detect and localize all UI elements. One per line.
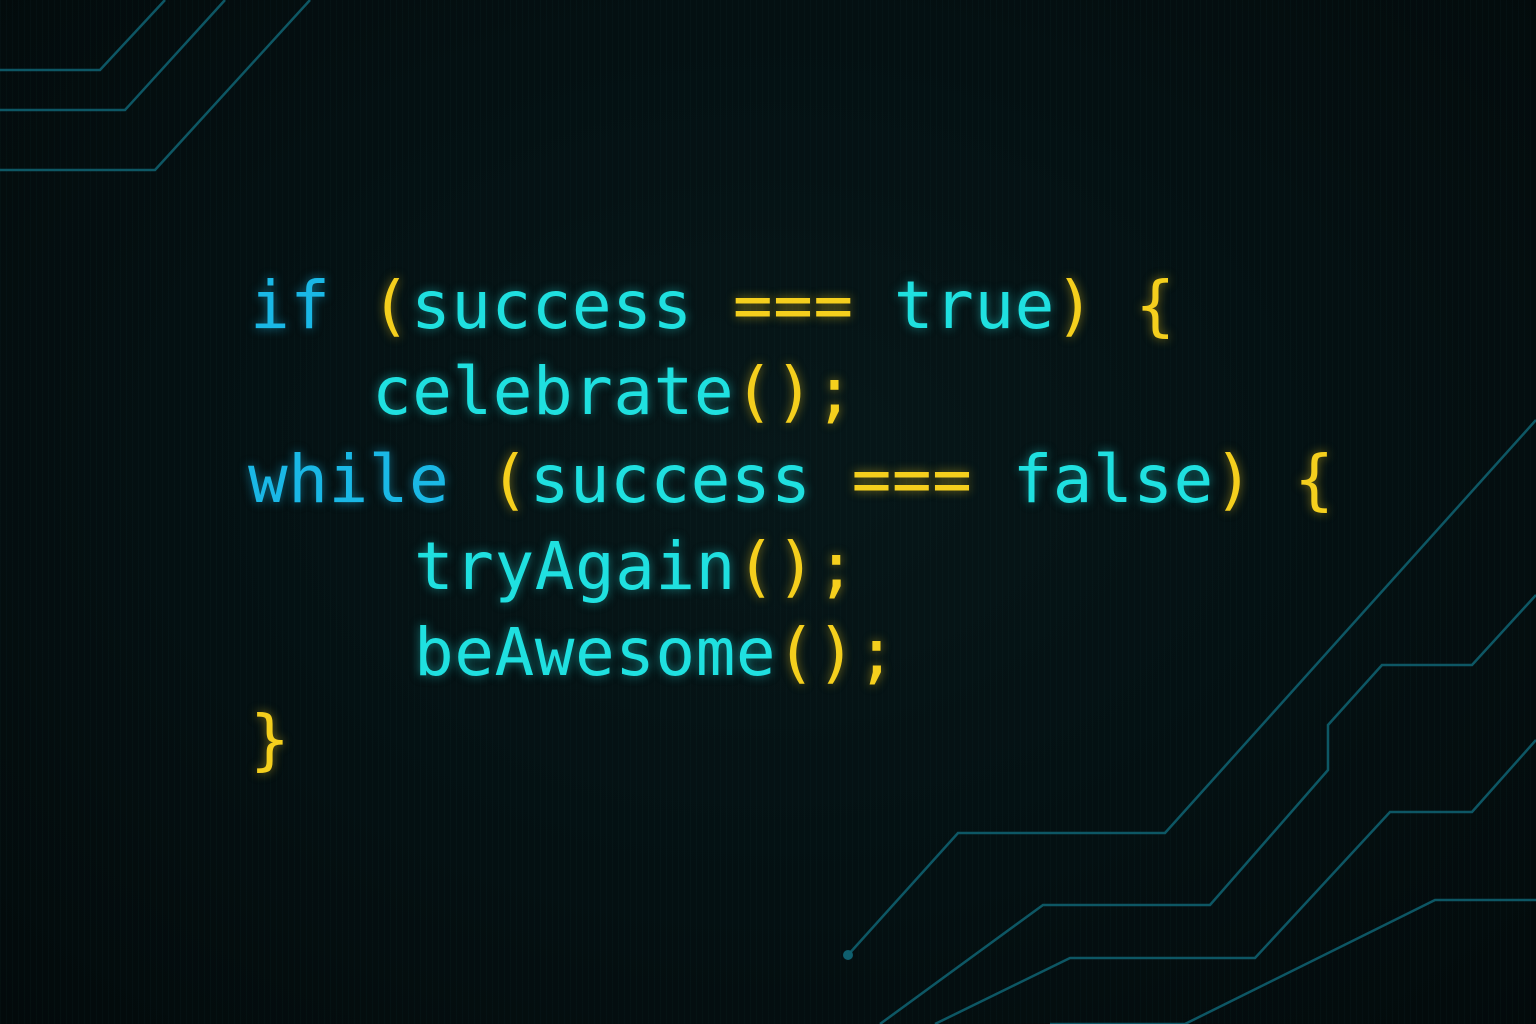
keyword-if: if [250, 267, 331, 344]
function-celebrate: celebrate [372, 353, 735, 430]
call-parens: (); [735, 528, 857, 605]
strict-equals-operator: === [732, 267, 854, 344]
code-line-tryagain: tryAgain(); [414, 527, 857, 607]
value-true: true [893, 267, 1055, 344]
call-parens: (); [734, 353, 855, 430]
close-brace: } [250, 701, 291, 778]
open-brace: { [1135, 267, 1176, 344]
code-line-celebrate: celebrate(); [372, 352, 855, 432]
strict-equals-operator: === [851, 441, 973, 518]
function-tryagain: tryAgain [414, 528, 736, 605]
code-line-if: if (success === true) { [250, 266, 1176, 346]
close-paren: ) [1054, 267, 1096, 344]
variable-success: success [410, 267, 693, 344]
close-paren: ) [1213, 441, 1254, 518]
open-brace: { [1294, 441, 1335, 518]
code-line-while: while (success === false) { [248, 440, 1335, 520]
value-false: false [1012, 441, 1214, 518]
open-paren: ( [489, 441, 530, 518]
call-parens: (); [776, 614, 897, 691]
keyword-while: while [248, 441, 450, 518]
variable-success: success [529, 441, 812, 518]
function-beawesome: beAwesome [414, 614, 777, 691]
code-line-beawesome: beAwesome(); [414, 613, 897, 693]
code-line-close: } [250, 700, 290, 780]
code-block: if (success === true) { celebrate(); whi… [0, 0, 1536, 1024]
open-paren: ( [370, 267, 411, 344]
